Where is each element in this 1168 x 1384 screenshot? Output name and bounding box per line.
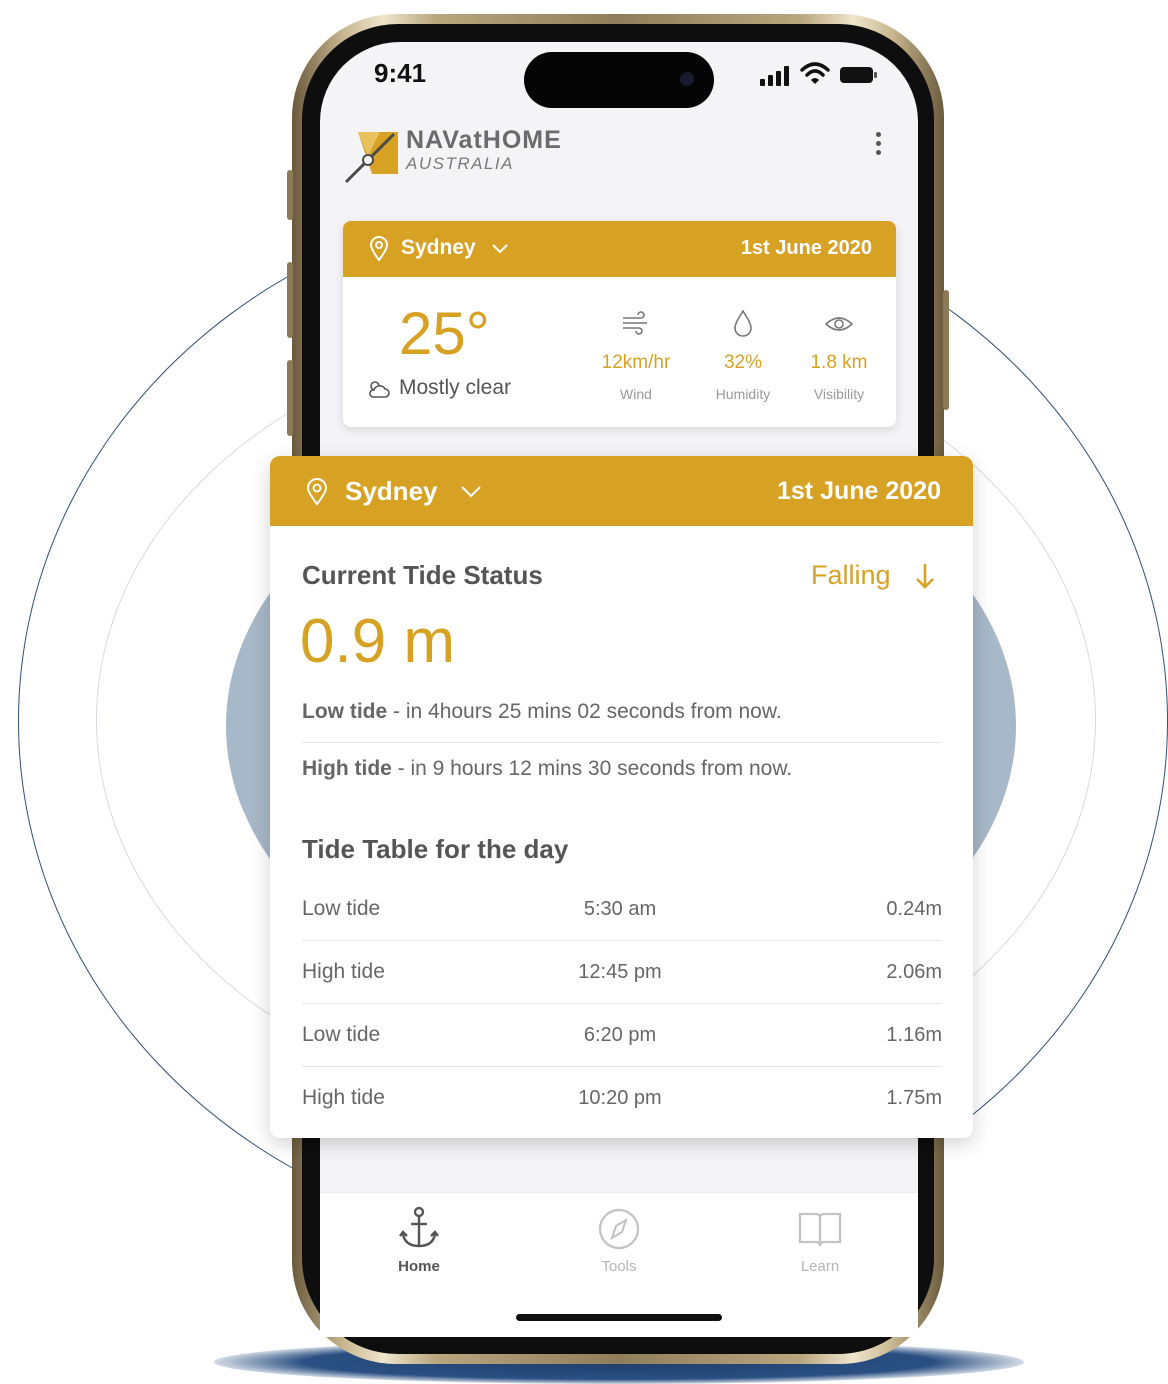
tide-row-time: 6:20 pm bbox=[583, 1024, 657, 1046]
battery-icon bbox=[840, 67, 877, 83]
location-pin-icon bbox=[306, 478, 328, 506]
tab-home-label: Home bbox=[398, 1258, 440, 1275]
anchor-icon bbox=[399, 1206, 439, 1248]
phone-volume-down bbox=[287, 360, 293, 436]
tide-row-height: 0.24m bbox=[886, 898, 942, 920]
temperature: 25° bbox=[399, 300, 490, 367]
tab-home[interactable]: Home bbox=[359, 1206, 479, 1275]
tide-row-height: 1.16m bbox=[886, 1024, 942, 1046]
tide-row-height: 1.75m bbox=[886, 1087, 942, 1109]
camera-icon bbox=[680, 72, 694, 86]
tide-card: Sydney 1st June 2020 Current Tide Status… bbox=[270, 456, 973, 1138]
location-pin-icon bbox=[369, 236, 389, 262]
partly-cloudy-icon bbox=[369, 381, 390, 398]
logo-icon bbox=[344, 132, 398, 184]
tide-row-type: High tide bbox=[302, 960, 385, 983]
divider bbox=[302, 742, 942, 743]
visibility-label: Visibility bbox=[813, 386, 865, 402]
next-high-tide: High tide - in 9 hours 12 mins 30 second… bbox=[302, 757, 792, 781]
tide-row-type: Low tide bbox=[302, 897, 381, 920]
weather-date: 1st June 2020 bbox=[740, 237, 872, 259]
status-time: 9:41 bbox=[374, 58, 427, 88]
tide-trend: Falling bbox=[811, 560, 891, 590]
compass-icon bbox=[598, 1208, 640, 1250]
brand-name: NAVatHOME bbox=[406, 126, 562, 154]
tide-table-title: Tide Table for the day bbox=[302, 834, 569, 864]
signal-icon bbox=[760, 66, 789, 86]
tide-row-time: 5:30 am bbox=[583, 898, 657, 920]
next-high-tide-text: - in 9 hours 12 mins 30 seconds from now… bbox=[391, 757, 793, 780]
weather-card-header: Sydney 1st June 2020 bbox=[343, 221, 896, 277]
phone-power-button bbox=[943, 290, 949, 410]
next-high-tide-label: High tide bbox=[302, 757, 392, 780]
chevron-down-icon[interactable] bbox=[460, 485, 482, 499]
chevron-down-icon[interactable] bbox=[491, 243, 509, 255]
eye-icon bbox=[824, 317, 854, 331]
tide-row-height: 2.06m bbox=[886, 961, 942, 983]
next-low-tide-text: - in 4hours 25 mins 02 seconds from now. bbox=[387, 700, 782, 723]
location-selector[interactable]: Sydney bbox=[345, 476, 438, 507]
current-tide-height: 0.9 m bbox=[300, 607, 456, 676]
phone-volume-up bbox=[287, 262, 293, 338]
divider bbox=[302, 1066, 942, 1067]
wifi-icon bbox=[800, 62, 830, 84]
book-icon bbox=[798, 1212, 842, 1247]
tide-row-type: Low tide bbox=[302, 1023, 381, 1046]
tab-learn-label: Learn bbox=[800, 1258, 840, 1275]
droplet-icon bbox=[734, 309, 752, 337]
tab-learn[interactable]: Learn bbox=[760, 1206, 880, 1275]
arrow-down-icon bbox=[916, 564, 934, 589]
tide-row-time: 12:45 pm bbox=[578, 961, 662, 983]
wind-value: 12km/hr bbox=[601, 352, 671, 373]
tide-status-title: Current Tide Status bbox=[302, 560, 543, 590]
tab-tools-label: Tools bbox=[601, 1258, 637, 1275]
tide-row-type: High tide bbox=[302, 1086, 385, 1109]
phone-silent-switch bbox=[287, 170, 293, 220]
visibility-value: 1.8 km bbox=[810, 352, 868, 373]
wind-icon bbox=[623, 311, 647, 335]
tide-date: 1st June 2020 bbox=[777, 477, 941, 505]
weather-card: Sydney 1st June 2020 25° Mostly clear 12… bbox=[343, 221, 896, 427]
location-selector[interactable]: Sydney bbox=[401, 236, 476, 260]
weather-condition: Mostly clear bbox=[399, 376, 512, 399]
home-indicator[interactable] bbox=[516, 1314, 722, 1321]
tide-card-header: Sydney 1st June 2020 bbox=[270, 456, 973, 526]
brand-subtitle: AUSTRALIA bbox=[406, 154, 514, 173]
more-menu-button[interactable] bbox=[866, 128, 890, 166]
divider bbox=[302, 1003, 942, 1004]
tab-tools[interactable]: Tools bbox=[559, 1206, 679, 1275]
next-low-tide-label: Low tide bbox=[302, 700, 388, 723]
divider bbox=[302, 940, 942, 941]
tide-row-time: 10:20 pm bbox=[578, 1087, 662, 1109]
wind-label: Wind bbox=[620, 386, 652, 402]
next-low-tide: Low tide - in 4hours 25 mins 02 seconds … bbox=[302, 700, 782, 724]
